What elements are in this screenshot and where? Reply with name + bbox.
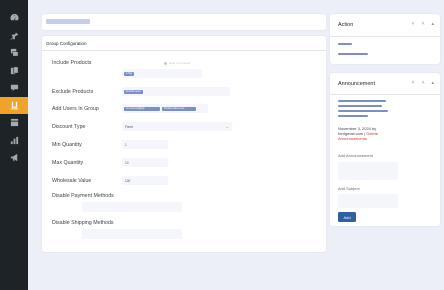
delete-link[interactable]: Delete xyxy=(366,131,378,136)
exclude-products-field[interactable]: Exclude items xyxy=(122,87,230,96)
include-products-radio[interactable]: Rule // Unsaved xyxy=(164,61,190,65)
add-users-tag-2[interactable]: Product name here xyxy=(162,106,196,111)
announcement-controls: ˅ ˄ ▴ xyxy=(412,80,434,86)
add-subject-input[interactable] xyxy=(338,194,398,208)
action-controls: ˅ ˄ ▴ xyxy=(412,21,434,27)
add-users-field[interactable]: ct.ut.mo.pop@gm Product name here xyxy=(122,104,208,113)
section-title: Group Configuration xyxy=(42,36,326,51)
toggle-panel-icon[interactable]: ▴ xyxy=(431,80,434,86)
page-title-bar xyxy=(42,14,326,30)
move-down-icon[interactable]: ˅ xyxy=(412,21,415,27)
exclude-products-label: Exclude Products xyxy=(52,89,94,95)
add-users-label: Add Users In Group xyxy=(52,106,99,112)
megaphone-icon[interactable] xyxy=(0,149,28,167)
add-announcement-textarea[interactable] xyxy=(338,162,398,180)
announcements-link[interactable]: Announcements xyxy=(338,136,398,141)
pin-icon[interactable] xyxy=(0,27,28,45)
max-quantity-label: Max Quantity xyxy=(52,160,84,166)
add-subject-label: Add Subject xyxy=(338,186,360,191)
max-quantity-input[interactable]: 10 xyxy=(122,158,168,167)
min-quantity-input[interactable]: 1 xyxy=(122,140,168,149)
action-panel: Action ˅ ˄ ▴ xyxy=(330,14,440,64)
announcement-placeholder-3 xyxy=(338,110,388,113)
page-title-placeholder xyxy=(46,19,90,24)
chevron-down-icon: ⌄ xyxy=(225,124,229,129)
group-configuration-card: Group Configuration Include Products Rul… xyxy=(42,36,326,252)
discount-type-label: Discount Type xyxy=(52,124,86,130)
admin-sidebar xyxy=(0,0,28,290)
announcement-panel: Announcement ˅ ˄ ▴ November 3, 2024 by f… xyxy=(330,73,440,226)
add-users-tag-1[interactable]: ct.ut.mo.pop@gm xyxy=(124,106,160,111)
max-quantity-value: 10 xyxy=(125,161,129,165)
disable-payment-label: Disable Payment Methods xyxy=(52,193,114,199)
disable-shipping-label: Disable Shipping Methods xyxy=(52,220,114,226)
dashboard-icon[interactable] xyxy=(0,9,28,27)
move-up-icon[interactable]: ˄ xyxy=(422,21,425,27)
grid-icon[interactable] xyxy=(0,114,28,132)
divider xyxy=(330,94,440,95)
add-button[interactable]: Add xyxy=(338,212,356,222)
action-placeholder-1 xyxy=(338,43,352,46)
move-up-icon[interactable]: ˄ xyxy=(422,80,425,86)
action-title: Action xyxy=(338,22,354,28)
disable-shipping-field[interactable] xyxy=(82,229,182,239)
include-products-field[interactable]: A Tag xyxy=(122,69,202,78)
radio-dot[interactable] xyxy=(164,61,167,65)
stats-icon[interactable] xyxy=(0,132,28,150)
wholesale-value-value: 100 xyxy=(125,179,131,183)
wholesale-value-label: Wholesale Value xyxy=(52,178,92,184)
comments-icon[interactable] xyxy=(0,79,28,97)
min-quantity-label: Min Quantity xyxy=(52,142,82,148)
announcement-placeholder-1 xyxy=(338,100,386,103)
discount-type-select[interactable]: Fixed ⌄ xyxy=(122,122,232,131)
discount-type-value: Fixed xyxy=(125,125,133,129)
toggle-panel-icon[interactable]: ▴ xyxy=(431,21,434,27)
move-down-icon[interactable]: ˅ xyxy=(412,80,415,86)
exclude-products-tag[interactable]: Exclude items xyxy=(124,89,143,94)
min-quantity-value: 1 xyxy=(125,143,127,147)
wholesale-value-input[interactable]: 100 xyxy=(122,176,168,185)
include-products-radio-text: Rule // Unsaved xyxy=(169,61,191,65)
shop-icon[interactable] xyxy=(0,96,28,114)
announcement-placeholder-4 xyxy=(338,115,368,118)
pages-icon[interactable] xyxy=(0,62,28,80)
include-products-label: Include Products xyxy=(52,60,92,66)
add-announcement-label: Add Announcement xyxy=(338,153,373,158)
disable-payment-field[interactable] xyxy=(82,202,182,212)
include-products-tag[interactable]: A Tag xyxy=(124,71,134,76)
media-icon[interactable] xyxy=(0,44,28,62)
divider xyxy=(330,36,440,37)
action-placeholder-2 xyxy=(338,53,368,56)
announcement-placeholder-2 xyxy=(338,105,382,108)
announcement-title: Announcement xyxy=(338,81,375,87)
announcement-meta: November 3, 2024 by fordgmail.com | Dele… xyxy=(338,126,398,141)
